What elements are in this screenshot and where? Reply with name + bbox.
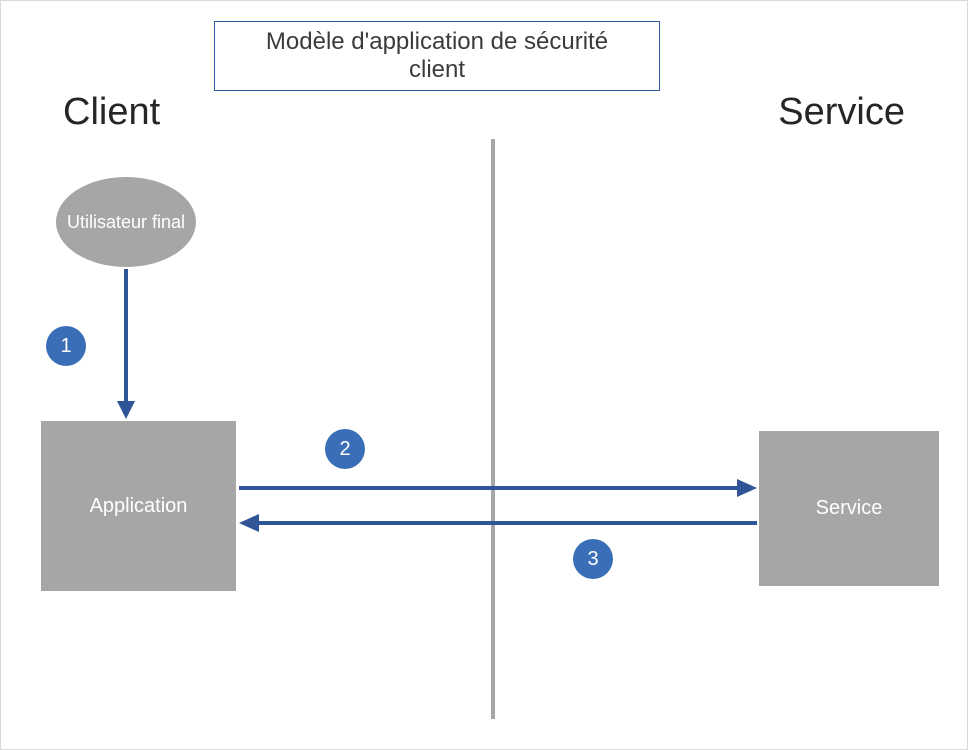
node-application: Application: [41, 421, 236, 591]
step-badge-3: 3: [573, 539, 613, 579]
step-badge-1: 1: [46, 326, 86, 366]
divider-line: [491, 139, 495, 719]
section-label-service: Service: [778, 91, 905, 134]
node-end-user-label: Utilisateur final: [67, 212, 185, 233]
arrow-3: [239, 511, 757, 535]
diagram-canvas: Modèle d'application de sécurité client …: [0, 0, 968, 750]
step-badge-2-label: 2: [339, 438, 350, 461]
node-application-label: Application: [90, 495, 188, 518]
diagram-title: Modèle d'application de sécurité client: [214, 21, 660, 91]
arrow-1: [111, 269, 141, 419]
node-service: Service: [759, 431, 939, 586]
node-end-user: Utilisateur final: [56, 177, 196, 267]
node-service-label: Service: [816, 497, 883, 520]
step-badge-3-label: 3: [587, 548, 598, 571]
step-badge-2: 2: [325, 429, 365, 469]
section-label-client: Client: [63, 91, 160, 134]
arrow-2: [239, 476, 757, 500]
step-badge-1-label: 1: [60, 335, 71, 358]
